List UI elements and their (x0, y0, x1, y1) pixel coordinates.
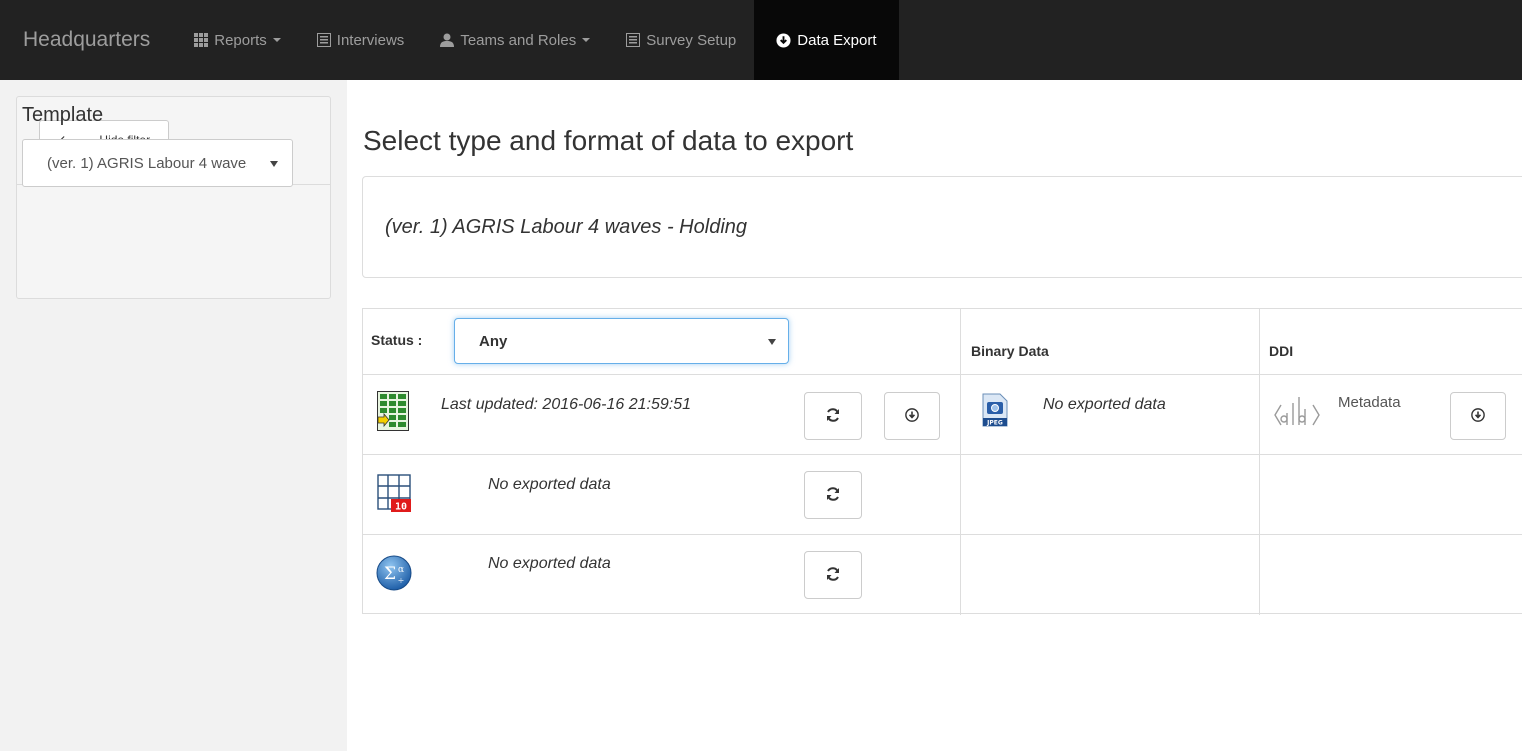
user-icon (440, 33, 455, 47)
nav-teams-label: Teams and Roles (460, 31, 577, 49)
svg-text:Σ: Σ (384, 564, 396, 584)
download-tabular-button[interactable] (884, 392, 940, 440)
nav-data-export[interactable]: Data Export (754, 0, 899, 80)
template-label: Template (22, 104, 104, 126)
template-select-value: (ver. 1) AGRIS Labour 4 waves - Holding (47, 154, 247, 172)
refresh-icon (825, 486, 841, 505)
svg-text:10: 10 (395, 502, 407, 513)
status-select[interactable]: Any (454, 318, 789, 364)
questionnaire-box: (ver. 1) AGRIS Labour 4 waves - Holding (362, 176, 1522, 278)
ddi-metadata-label: Metadata (1338, 394, 1401, 411)
chevron-down-icon (270, 161, 278, 167)
questionnaire-name: (ver. 1) AGRIS Labour 4 waves - Holding (385, 216, 748, 238)
nav-reports[interactable]: Reports (176, 0, 299, 80)
nav-interviews-label: Interviews (336, 31, 405, 49)
nav-interviews[interactable]: Interviews (299, 0, 423, 80)
svg-text:÷: ÷ (398, 576, 405, 585)
list-alt-icon (316, 33, 331, 47)
list-alt-icon (626, 33, 641, 47)
th-grid-icon (194, 33, 209, 47)
page-title: Select type and format of data to export (363, 125, 854, 156)
regenerate-tabular-button[interactable] (804, 392, 862, 440)
spss-sigma-icon: Σ α ÷ (376, 555, 412, 594)
download-circle-icon (905, 407, 919, 425)
column-divider (960, 309, 961, 615)
binary-no-data: No exported data (1043, 396, 1166, 413)
nav-reports-label: Reports (214, 31, 267, 49)
nav-teams-and-roles[interactable]: Teams and Roles (422, 0, 608, 80)
download-circle-icon (1471, 407, 1485, 425)
regenerate-stata-button[interactable] (804, 471, 862, 519)
tabular-spreadsheet-icon (377, 391, 409, 434)
download-circle-icon (776, 32, 791, 48)
refresh-icon (825, 566, 841, 585)
export-table: Status : Any Binary Data DDI Last update… (362, 308, 1522, 615)
stata-grid-icon: 10 (377, 471, 411, 516)
row-divider (363, 534, 1522, 535)
jpeg-file-icon: JPEG (982, 393, 1008, 430)
stata-no-data: No exported data (488, 476, 611, 493)
nav-survey-setup-label: Survey Setup (646, 31, 737, 49)
nav-data-export-label: Data Export (797, 31, 877, 49)
status-select-value: Any (479, 332, 508, 350)
svg-text:JPEG: JPEG (986, 420, 1003, 427)
chevron-down-icon (272, 38, 281, 42)
tabular-last-updated: Last updated: 2016-06-16 21:59:51 (441, 396, 691, 413)
svg-text:α: α (398, 565, 404, 575)
ddi-icon (1273, 391, 1321, 434)
column-divider (1259, 309, 1260, 615)
column-header-binary-data: Binary Data (971, 343, 1049, 359)
column-header-ddi: DDI (1269, 343, 1294, 359)
spss-no-data: No exported data (488, 555, 611, 572)
regenerate-spss-button[interactable] (804, 551, 862, 599)
brand-headquarters[interactable]: Headquarters (0, 0, 176, 80)
row-divider (363, 374, 1522, 375)
download-ddi-button[interactable] (1450, 392, 1506, 440)
nav-survey-setup[interactable]: Survey Setup (608, 0, 754, 80)
chevron-down-icon (582, 38, 591, 42)
status-label: Status : (371, 332, 423, 348)
row-divider (363, 454, 1522, 455)
chevron-down-icon (768, 339, 776, 345)
template-select[interactable]: (ver. 1) AGRIS Labour 4 waves - Holding (22, 139, 293, 187)
refresh-icon (825, 407, 841, 426)
top-navbar: Headquarters Reports Interviews Teams an… (0, 0, 1522, 80)
